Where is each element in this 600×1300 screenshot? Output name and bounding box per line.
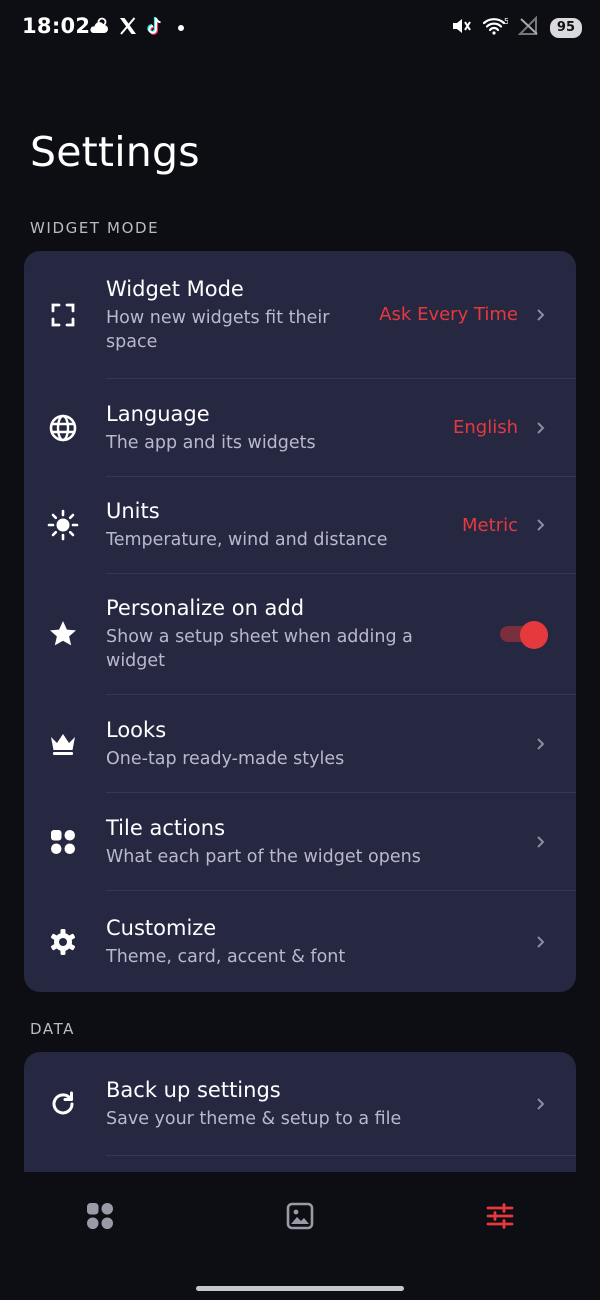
row-value: Metric	[462, 514, 518, 536]
cloud-sun-icon	[88, 16, 110, 40]
nav-widgets-button[interactable]	[80, 1198, 120, 1238]
battery-indicator: 95	[549, 18, 582, 38]
row-description: What each part of the widget opens	[106, 846, 421, 867]
image-icon	[285, 1201, 315, 1235]
no-signal-icon	[517, 15, 540, 40]
row-value: English	[453, 417, 518, 438]
settings-row-looks[interactable]: Looks One-tap ready-made styles	[24, 695, 576, 792]
toggle-knob	[520, 621, 548, 649]
settings-row-tile-actions[interactable]: Tile actions What each part of the widge…	[24, 793, 576, 890]
row-description: Show a setup sheet when adding a widget	[106, 627, 413, 671]
row-label: Looks	[106, 717, 167, 742]
wifi-icon: 5	[482, 16, 509, 40]
personalize-toggle[interactable]	[500, 621, 548, 649]
divider	[106, 1155, 576, 1156]
wifi-badge: 5	[504, 17, 508, 26]
page-title: Settings	[30, 128, 200, 176]
section-header-widget-mode: WIDGET MODE	[30, 219, 160, 237]
chevron-right-icon	[534, 518, 548, 532]
row-description: Temperature, wind and distance	[106, 530, 388, 550]
refresh-icon	[46, 1087, 80, 1121]
chevron-right-icon	[534, 835, 548, 849]
row-label: Customize	[106, 915, 217, 940]
row-label: Units	[106, 499, 160, 523]
settings-row-language[interactable]: Language The app and its widgets English	[24, 379, 576, 476]
settings-row-personalize-on-add[interactable]: Personalize on add Show a setup sheet wh…	[24, 574, 576, 694]
chevron-right-icon	[534, 737, 548, 751]
nav-settings-button[interactable]	[480, 1198, 520, 1238]
row-label: Tile actions	[106, 815, 226, 840]
widget-mode-card: Widget Mode How new widgets fit their sp…	[24, 251, 576, 992]
row-value: Ask Every Time	[379, 304, 518, 325]
chevron-right-icon	[534, 421, 548, 435]
chevron-right-icon	[534, 308, 548, 322]
tiktok-icon	[146, 16, 164, 40]
settings-screen: 18:02 5 95 Settings WIDGET MODE Widget M…	[0, 0, 600, 1300]
bottom-navigation	[0, 1172, 600, 1300]
row-label: Widget Mode	[106, 276, 244, 301]
sun-icon	[46, 508, 80, 542]
settings-row-widget-mode[interactable]: Widget Mode How new widgets fit their sp…	[24, 251, 576, 378]
grid-icon	[46, 825, 80, 859]
status-left-icons	[88, 16, 184, 40]
row-description: Save your theme & setup to a file	[106, 1108, 402, 1129]
globe-icon	[46, 411, 80, 445]
settings-row-customize[interactable]: Customize Theme, card, accent & font	[24, 891, 576, 992]
home-indicator[interactable]	[196, 1286, 404, 1291]
notification-dot-icon	[178, 25, 184, 31]
section-header-data: DATA	[30, 1020, 76, 1038]
settings-row-back-up-settings[interactable]: Back up settings Save your theme & setup…	[24, 1052, 576, 1155]
row-label: Back up settings	[106, 1077, 281, 1102]
data-card: Back up settings Save your theme & setup…	[24, 1052, 576, 1192]
chevron-right-icon	[534, 1097, 548, 1111]
row-description: One-tap ready-made styles	[106, 748, 345, 769]
fullscreen-corners-icon	[46, 298, 80, 332]
status-right-icons: 5 95	[450, 15, 582, 40]
row-description: Theme, card, accent & font	[106, 946, 346, 967]
row-description: How new widgets fit their space	[106, 307, 330, 352]
crown-icon	[46, 727, 80, 761]
widgets-grid-icon	[85, 1201, 115, 1235]
status-bar: 18:02 5 95	[0, 0, 600, 58]
mute-vibrate-icon	[450, 16, 472, 40]
sliders-icon	[485, 1201, 515, 1235]
row-label: Personalize on add	[106, 596, 305, 620]
x-logo-icon	[118, 16, 138, 40]
nav-gallery-button[interactable]	[280, 1198, 320, 1238]
row-description: The app and its widgets	[106, 432, 316, 453]
row-label: Language	[106, 401, 210, 426]
settings-row-units[interactable]: Units Temperature, wind and distance Met…	[24, 477, 576, 573]
chevron-right-icon	[534, 935, 548, 949]
status-time: 18:02	[22, 14, 91, 38]
star-icon	[46, 617, 80, 651]
gear-icon	[46, 925, 80, 959]
